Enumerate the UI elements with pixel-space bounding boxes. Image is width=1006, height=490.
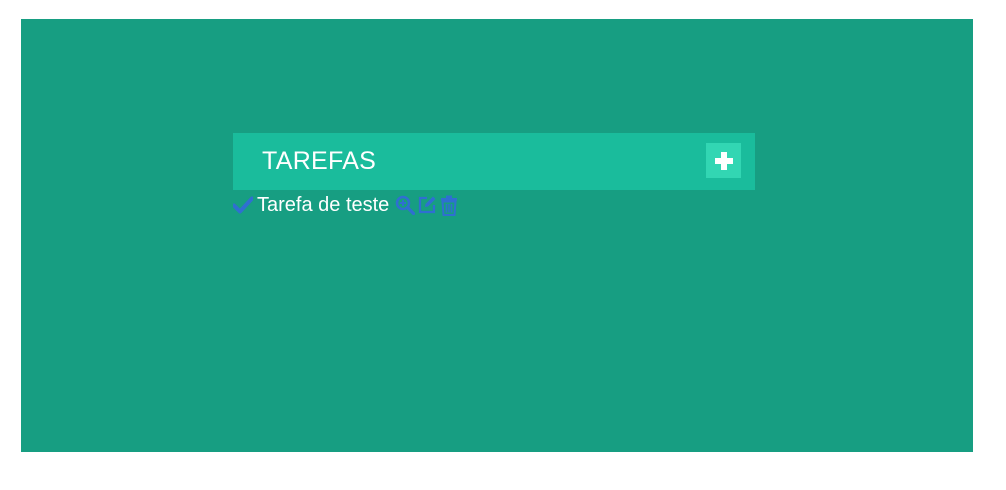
- main-panel: TAREFAS Tarefa de teste: [21, 19, 973, 452]
- trash-icon[interactable]: [439, 194, 459, 216]
- edit-icon[interactable]: [417, 194, 437, 216]
- page-title: TAREFAS: [262, 147, 377, 175]
- add-task-button[interactable]: [706, 143, 741, 178]
- list-item: Tarefa de teste: [233, 192, 459, 218]
- zoom-icon[interactable]: [395, 194, 416, 216]
- task-label: Tarefa de teste: [257, 194, 390, 216]
- task-list-header: TAREFAS: [233, 133, 755, 190]
- plus-icon: [714, 151, 733, 170]
- check-icon[interactable]: [233, 195, 253, 215]
